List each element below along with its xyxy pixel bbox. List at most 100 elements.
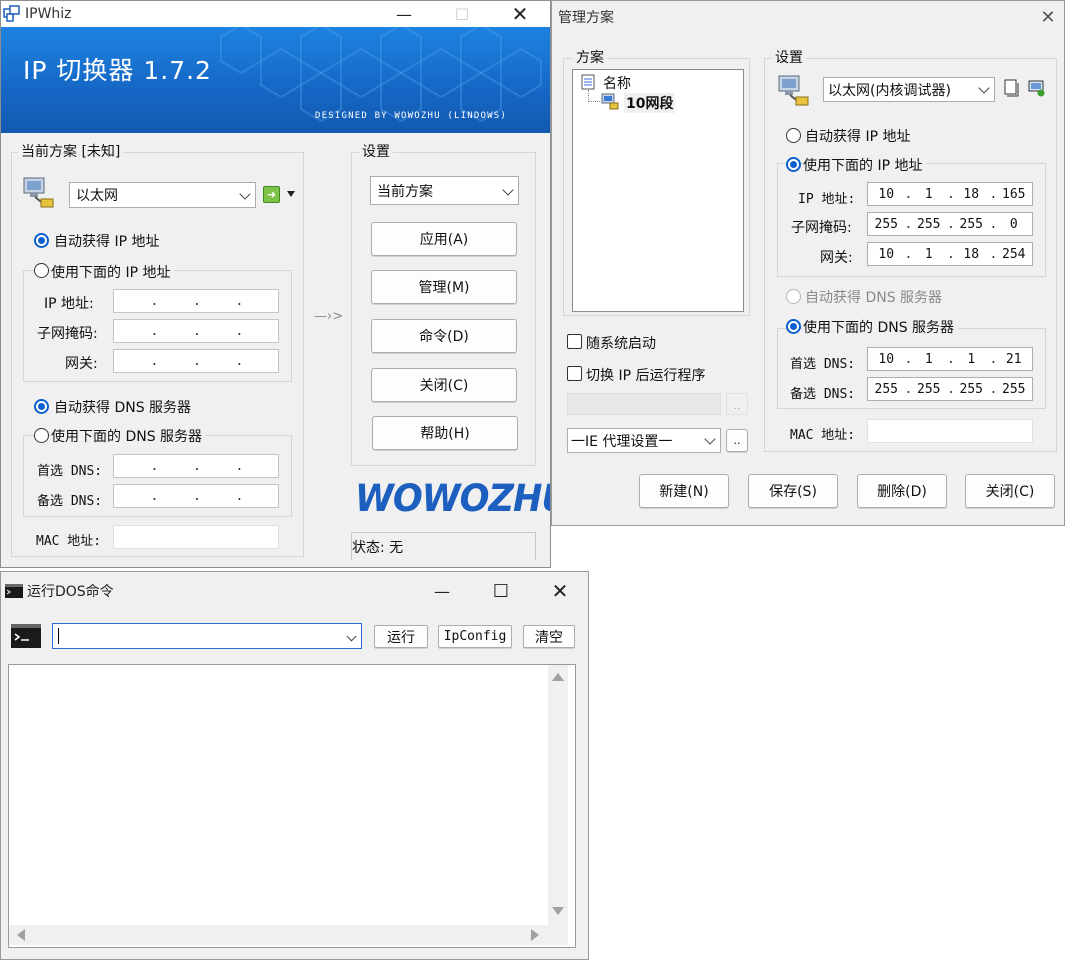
manager-auto-dns-label: 自动获得 DNS 服务器: [805, 290, 943, 306]
program-path-field[interactable]: [567, 393, 721, 415]
close-window-button[interactable]: 关闭(C): [371, 368, 517, 402]
close-button[interactable]: ✕: [497, 1, 543, 27]
manager-mask-field[interactable]: 255. 255. 255. 0: [867, 212, 1033, 236]
dos-titlebar[interactable]: 运行DOS命令 — ☐ ✕: [1, 572, 588, 610]
scroll-up-icon[interactable]: [552, 673, 564, 681]
scheme-select-value: 当前方案: [377, 183, 433, 200]
console-icon: [5, 584, 23, 598]
apply-button[interactable]: 应用(A): [371, 222, 517, 256]
static-dns-label: 使用下面的 DNS 服务器: [51, 426, 207, 446]
manager-adapter-value: 以太网(内核调试器): [828, 82, 951, 99]
ie-proxy-more-button[interactable]: ..: [726, 429, 748, 452]
dos-close-button[interactable]: ✕: [537, 572, 583, 610]
auto-dns-radio[interactable]: [34, 399, 49, 414]
mac-address-field[interactable]: [113, 525, 279, 549]
auto-ip-radio[interactable]: [34, 233, 49, 248]
manager-close-action-button[interactable]: 关闭(C): [965, 474, 1055, 508]
manager-static-ip-radio[interactable]: [786, 157, 801, 172]
banner-subtitle: DESIGNED BY WOWOZHU (LINDOWS): [315, 111, 507, 121]
manage-button[interactable]: 管理(M): [371, 270, 517, 304]
gw-octet-3: 18: [963, 246, 980, 262]
manager-mac-field[interactable]: [867, 419, 1033, 443]
autostart-checkbox[interactable]: [567, 334, 582, 349]
banner: IP 切换器 1.7.2 DESIGNED BY WOWOZHU (LINDOW…: [1, 27, 550, 133]
run-after-checkbox[interactable]: [567, 366, 582, 381]
ip-octet-2: 1: [924, 186, 933, 202]
manager-ip-field[interactable]: 10. 1. 18. 165: [867, 182, 1033, 206]
command-input[interactable]: [52, 623, 362, 649]
manager-static-dns-radio[interactable]: [786, 319, 801, 334]
gateway-field[interactable]: ...: [113, 349, 279, 373]
ipconfig-button[interactable]: IpConfig: [438, 625, 512, 648]
alternate-dns-field[interactable]: ...: [113, 484, 279, 508]
vertical-scrollbar[interactable]: [548, 665, 568, 925]
manager-close-button[interactable]: ✕: [1034, 1, 1062, 33]
dos-minimize-button[interactable]: —: [419, 572, 465, 610]
manager-mask-label: 子网掩码:: [791, 220, 852, 236]
document-icon: [581, 74, 595, 90]
logo: WOWOZHU: [355, 477, 551, 520]
adapter-select[interactable]: 以太网: [69, 182, 256, 208]
dns2-octet-1: 255: [874, 381, 898, 397]
gw-octet-1: 10: [878, 246, 895, 262]
dropdown-triangle-icon[interactable]: [287, 191, 295, 197]
manager-auto-dns-radio[interactable]: [786, 289, 801, 304]
chevron-down-icon: [504, 183, 512, 197]
manager-dns1-field[interactable]: 10. 1. 1. 21: [867, 347, 1033, 371]
read-config-icon[interactable]: [1028, 79, 1046, 97]
ie-proxy-select[interactable]: 一IE 代理设置一: [567, 428, 721, 453]
ie-proxy-value: 一IE 代理设置一: [571, 433, 673, 450]
scroll-left-icon[interactable]: [17, 929, 25, 941]
dns1-octet-2: 1: [924, 351, 933, 367]
minimize-button[interactable]: —: [381, 1, 427, 27]
adapter-select-value: 以太网: [76, 188, 118, 204]
auto-dns-label: 自动获得 DNS 服务器: [54, 400, 192, 416]
gw-octet-2: 1: [924, 246, 933, 262]
static-ip-radio[interactable]: [34, 263, 49, 278]
text-cursor: [58, 628, 59, 644]
console-large-icon: [11, 624, 41, 648]
ip-address-label: IP 地址:: [44, 296, 94, 312]
manager-mac-label: MAC 地址:: [790, 428, 856, 443]
manager-adapter-select[interactable]: 以太网(内核调试器): [823, 77, 995, 102]
help-button[interactable]: 帮助(H): [372, 416, 518, 450]
manager-auto-ip-label: 自动获得 IP 地址: [805, 129, 911, 145]
manager-titlebar[interactable]: 管理方案 ✕: [552, 1, 1064, 33]
browse-program-button[interactable]: ..: [726, 393, 748, 415]
chevron-down-icon[interactable]: [346, 628, 357, 644]
output-area[interactable]: [8, 664, 576, 948]
manager-auto-ip-radio[interactable]: [786, 128, 801, 143]
scroll-down-icon[interactable]: [552, 907, 564, 915]
clear-button[interactable]: 清空: [523, 625, 575, 648]
preferred-dns-field[interactable]: ...: [113, 454, 279, 478]
horizontal-scrollbar[interactable]: [9, 925, 548, 945]
apply-arrow-icon[interactable]: ➜: [263, 186, 280, 203]
gw-octet-4: 254: [1002, 246, 1026, 262]
manager-gateway-label: 网关:: [820, 250, 853, 266]
run-after-label: 切换 IP 后运行程序: [586, 368, 706, 384]
tree-item-label[interactable]: 10网段: [624, 93, 676, 113]
scheme-tree[interactable]: 名称 10网段: [572, 69, 744, 312]
status-text: 状态: 无: [352, 540, 404, 556]
new-scheme-button[interactable]: 新建(N): [639, 474, 729, 508]
run-button[interactable]: 运行: [374, 625, 428, 648]
static-dns-radio[interactable]: [34, 428, 49, 443]
ip-address-field[interactable]: ...: [113, 289, 279, 313]
mask-octet-3: 255: [959, 216, 983, 232]
manager-dns2-field[interactable]: 255. 255. 255. 255: [867, 377, 1033, 401]
subnet-mask-field[interactable]: ...: [113, 319, 279, 343]
dos-maximize-button[interactable]: ☐: [478, 572, 524, 610]
delete-scheme-button[interactable]: 删除(D): [857, 474, 947, 508]
copy-icon[interactable]: [1003, 79, 1019, 97]
command-button[interactable]: 命令(D): [371, 319, 517, 353]
scheme-select[interactable]: 当前方案: [370, 176, 519, 205]
mask-octet-4: 0: [1009, 216, 1018, 232]
maximize-button[interactable]: ☐: [439, 1, 485, 27]
tree-root-label: 名称: [603, 76, 631, 92]
manager-dns1-label: 首选 DNS:: [790, 357, 856, 372]
save-scheme-button[interactable]: 保存(S): [748, 474, 838, 508]
network-adapter-icon: [778, 75, 809, 106]
scroll-right-icon[interactable]: [531, 929, 539, 941]
manager-gateway-field[interactable]: 10. 1. 18. 254: [867, 242, 1033, 266]
ipwhiz-titlebar[interactable]: IPWhiz — ☐ ✕: [1, 1, 550, 27]
